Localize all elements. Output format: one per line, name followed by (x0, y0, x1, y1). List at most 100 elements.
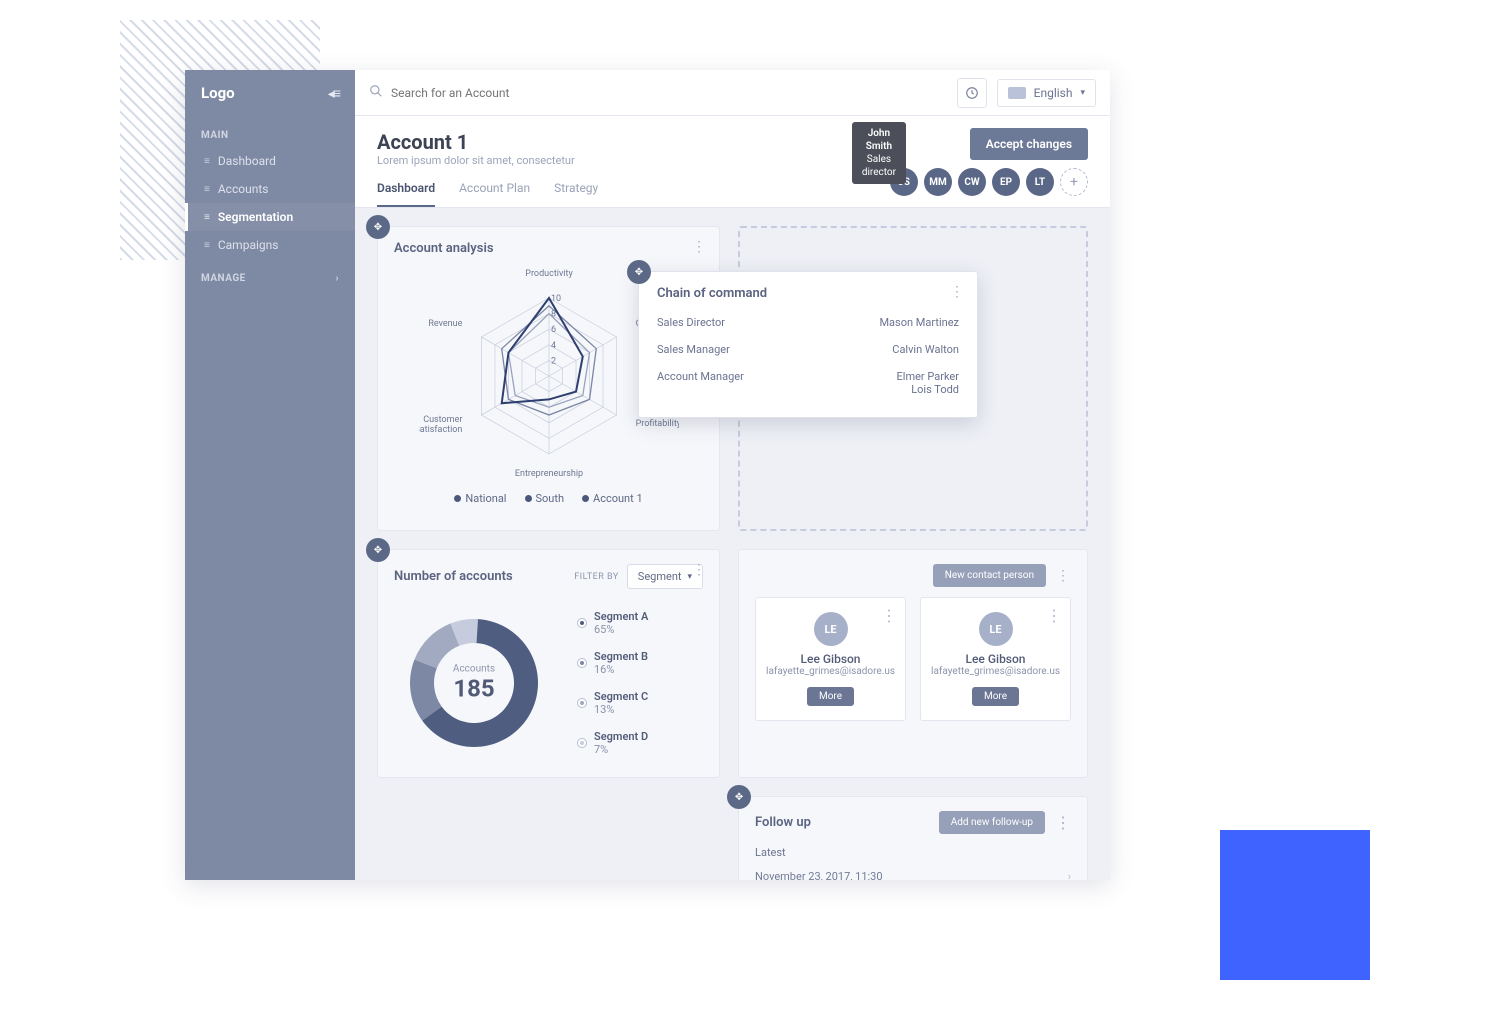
list-icon: ≡ (204, 212, 210, 223)
donut-center-value: 185 (453, 675, 495, 703)
svg-text:4: 4 (551, 341, 556, 351)
panel-menu-icon[interactable]: ⋮ (950, 284, 965, 300)
accounts-title: Number of accounts (394, 569, 513, 584)
history-icon[interactable] (957, 78, 987, 108)
contacts-panel: New contact person ⋮ ⋮ LE Lee Gibson laf… (738, 549, 1088, 778)
svg-text:Profitability: Profitability (635, 419, 678, 429)
sidebar-item-accounts[interactable]: ≡ Accounts (185, 175, 355, 203)
tab-account-plan[interactable]: Account Plan (459, 181, 530, 207)
sidebar-collapse-icon[interactable]: ◂≡ (328, 85, 339, 102)
tooltip-name: John Smith (862, 127, 896, 153)
chain-of-command-card: ✥ ⋮ Chain of command Sales DirectorMason… (638, 271, 978, 418)
panel-menu-icon[interactable]: ⋮ (1055, 813, 1071, 832)
sidebar: Logo ◂≡ MAIN≡Dashboard≡Accounts≡Segmenta… (185, 70, 355, 880)
svg-text:Productivity: Productivity (525, 269, 573, 279)
account-analysis-panel: ✥ ⋮ Account analysis 246810ProductivityG… (377, 226, 720, 531)
segment-dot-icon (578, 659, 586, 667)
main-area: English ▾ Account 1 Lorem ipsum dolor si… (355, 70, 1110, 880)
chain-role: Sales Manager (657, 343, 730, 356)
segment-pct: 16% (594, 663, 648, 676)
tab-strategy[interactable]: Strategy (554, 181, 598, 207)
contact-email: lafayette_grimes@isadore.us (931, 666, 1060, 677)
accept-changes-button[interactable]: Accept changes (970, 128, 1088, 160)
chain-row: Account Manager Elmer ParkerLois Todd (657, 363, 959, 403)
drag-handle-icon[interactable]: ✥ (366, 215, 390, 239)
filter-label: FILTER BY (574, 572, 619, 582)
chevron-right-icon: › (335, 273, 339, 284)
chain-names: Elmer ParkerLois Todd (897, 370, 959, 396)
panel-menu-icon[interactable]: ⋮ (692, 562, 707, 578)
segment-legend-item[interactable]: Segment D7% (578, 730, 648, 756)
segment-legend: Segment A65%Segment B16%Segment C13%Segm… (578, 610, 648, 756)
sidebar-item-segmentation[interactable]: ≡Segmentation (185, 203, 355, 231)
drag-handle-icon[interactable]: ✥ (727, 785, 751, 809)
sidebar-group-title: MAIN (185, 116, 355, 147)
add-collaborator-button[interactable]: + (1060, 168, 1088, 196)
sidebar-item-campaigns[interactable]: ≡ Campaigns (185, 231, 355, 259)
card-menu-icon[interactable]: ⋮ (1046, 606, 1062, 625)
follow-up-panel: ✥ Follow up Add new follow-up ⋮ Latest N… (738, 796, 1088, 880)
chain-row: Sales ManagerCalvin Walton (657, 336, 959, 363)
avatar-lt[interactable]: LT (1026, 168, 1054, 196)
search-icon (369, 83, 383, 102)
list-icon: ≡ (204, 184, 210, 195)
sidebar-item-dashboard[interactable]: ≡Dashboard (185, 147, 355, 175)
segment-legend-item[interactable]: Segment B16% (578, 650, 648, 676)
contact-card: ⋮ LE Lee Gibson lafayette_grimes@isadore… (755, 597, 906, 721)
add-followup-button[interactable]: Add new follow-up (939, 811, 1045, 834)
svg-text:Entrepreneurship: Entrepreneurship (514, 469, 582, 479)
sidebar-group-title[interactable]: MANAGE› (185, 259, 355, 290)
search-field[interactable] (369, 83, 947, 102)
analysis-title: Account analysis (394, 241, 703, 256)
avatar-ep[interactable]: EP (992, 168, 1020, 196)
segment-legend-item[interactable]: Segment A65% (578, 610, 648, 636)
new-contact-button[interactable]: New contact person (933, 564, 1046, 587)
language-selector[interactable]: English ▾ (997, 79, 1096, 107)
dashboard-content: ✥ ⋮ Account analysis 246810ProductivityG… (355, 208, 1110, 880)
legend-item: National (454, 492, 506, 505)
contact-avatar: LE (814, 612, 848, 646)
panel-menu-icon[interactable]: ⋮ (692, 239, 707, 255)
collaborator-avatars: John Smith Sales director JSMMCWEPLT+ (890, 168, 1088, 196)
segment-dot-icon (578, 699, 586, 707)
followup-item[interactable]: November 23, 2017, 11:30› (755, 863, 1071, 880)
flag-icon (1008, 87, 1026, 99)
segment-legend-item[interactable]: Segment C13% (578, 690, 648, 716)
segment-name: Segment D (594, 730, 648, 743)
segment-dot-icon (578, 619, 586, 627)
svg-text:Revenue: Revenue (428, 319, 462, 329)
donut-chart: Accounts 185 (394, 603, 554, 763)
chain-title: Chain of command (657, 286, 959, 301)
segment-name: Segment A (594, 610, 648, 623)
contact-card: ⋮ LE Lee Gibson lafayette_grimes@isadore… (920, 597, 1071, 721)
radar-legend: NationalSouthAccount 1 (454, 492, 642, 505)
svg-text:2: 2 (551, 356, 556, 366)
segment-pct: 7% (594, 743, 648, 756)
number-of-accounts-panel: ✥ ⋮ Number of accounts FILTER BY Segment… (377, 549, 720, 778)
chain-role: Sales Director (657, 316, 725, 329)
drag-handle-icon[interactable]: ✥ (366, 538, 390, 562)
chain-role: Account Manager (657, 370, 744, 396)
list-icon: ≡ (204, 240, 210, 251)
avatar-mm[interactable]: MM (924, 168, 952, 196)
panel-menu-icon[interactable]: ⋮ (1056, 568, 1071, 584)
decorative-blue-square (1220, 830, 1370, 980)
segment-name: Segment C (594, 690, 648, 703)
search-input[interactable] (391, 86, 947, 100)
contact-avatar: LE (979, 612, 1013, 646)
avatar-cw[interactable]: CW (958, 168, 986, 196)
contact-more-button[interactable]: More (972, 687, 1019, 706)
contact-name: Lee Gibson (766, 652, 895, 666)
sidebar-item-label: Accounts (218, 182, 269, 196)
drag-handle-icon[interactable]: ✥ (627, 260, 651, 284)
app-window: Logo ◂≡ MAIN≡Dashboard≡Accounts≡Segmenta… (185, 70, 1110, 880)
contact-more-button[interactable]: More (807, 687, 854, 706)
page-header: Account 1 Lorem ipsum dolor sit amet, co… (355, 116, 1110, 208)
followup-title: Follow up (755, 815, 811, 830)
svg-text:Customer: Customer (423, 415, 462, 425)
followup-date: November 23, 2017, 11:30 (755, 870, 883, 880)
card-menu-icon[interactable]: ⋮ (881, 606, 897, 625)
tab-dashboard[interactable]: Dashboard (377, 181, 435, 207)
sidebar-item-label: Campaigns (218, 238, 279, 252)
contact-email: lafayette_grimes@isadore.us (766, 666, 895, 677)
